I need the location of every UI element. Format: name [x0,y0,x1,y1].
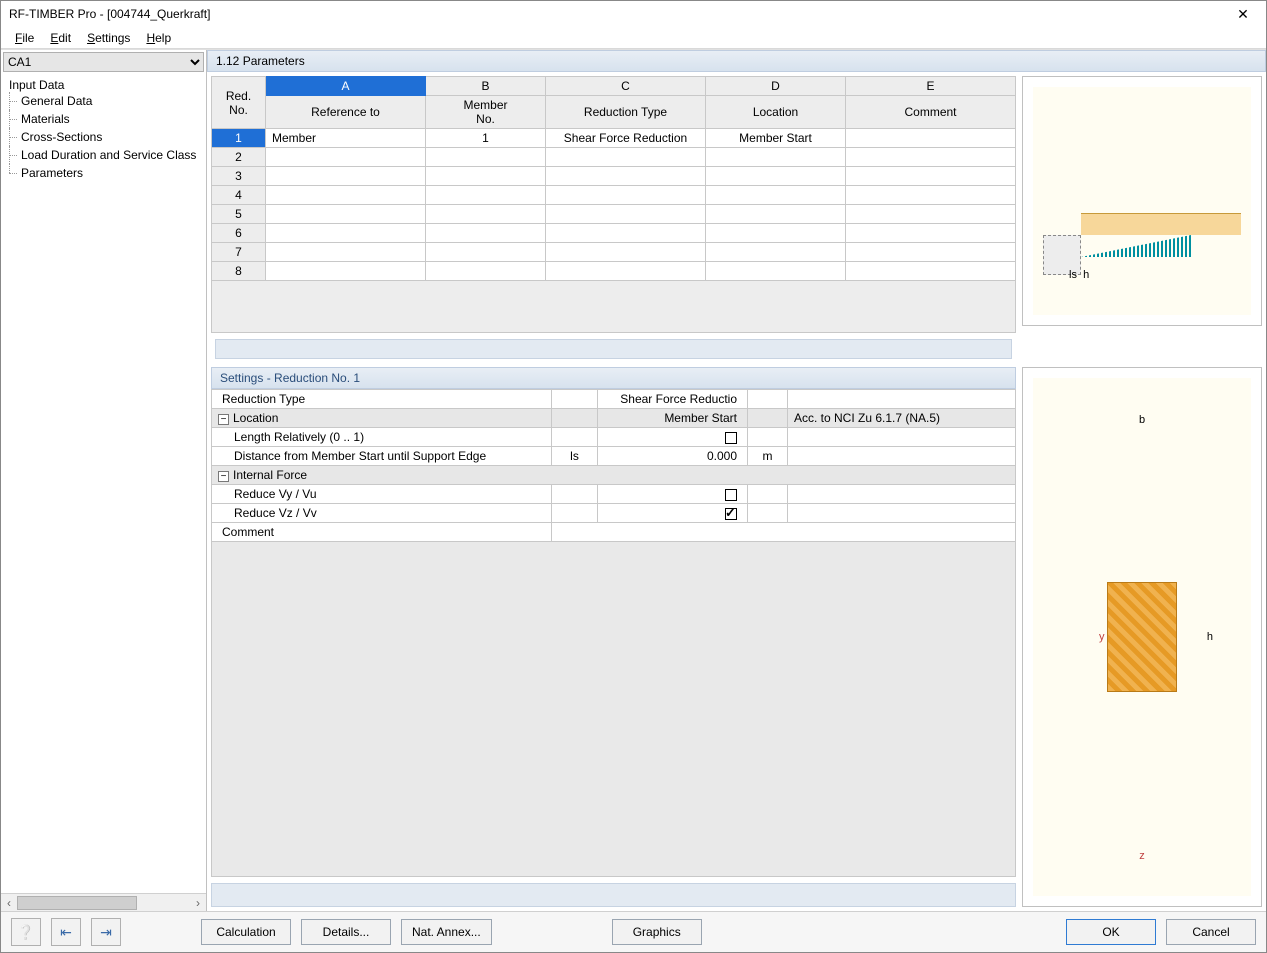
settings-row-length-rel[interactable]: Length Relatively (0 .. 1) [212,428,1016,447]
settings-table[interactable]: Reduction Type Shear Force Reductio −Loc… [211,389,1016,542]
tree-parameters[interactable]: Parameters [3,164,204,182]
reduce-vy-checkbox[interactable] [725,489,737,501]
settings-row-reduce-vz[interactable]: Reduce Vz / Vv [212,504,1016,523]
table-row[interactable]: 5 [212,205,1016,224]
settings-status-strip [211,883,1016,907]
app-window: RF-TIMBER Pro - [004744_Querkraft] ✕ Fil… [0,0,1267,953]
col-letter-d[interactable]: D [706,77,846,96]
settings-row-location[interactable]: −Location Member Start Acc. to NCI Zu 6.… [212,409,1016,428]
scroll-right-icon[interactable]: › [190,896,206,910]
calculation-button[interactable]: Calculation [201,919,291,945]
case-selector[interactable]: CA1 [3,52,204,72]
table-row[interactable]: 8 [212,262,1016,281]
settings-row-reduction-type[interactable]: Reduction Type Shear Force Reductio [212,390,1016,409]
col-letter-e[interactable]: E [846,77,1016,96]
menu-settings[interactable]: Settings [79,29,138,46]
tree-root[interactable]: Input Data [3,78,204,92]
grid-footer [211,281,1016,333]
window-title: RF-TIMBER Pro - [004744_Querkraft] [9,7,1228,21]
shear-diagram: ls h [1033,87,1251,315]
table-row[interactable]: 3 [212,167,1016,186]
grid-area: Red. No. A B C D E Reference to Member N… [207,72,1266,367]
tree-general-data[interactable]: General Data [3,92,204,110]
scroll-thumb[interactable] [17,896,137,910]
collapse-icon[interactable]: − [218,471,229,482]
parameters-table[interactable]: Red. No. A B C D E Reference to Member N… [211,76,1016,281]
col-letter-c[interactable]: C [546,77,706,96]
grid-container: Red. No. A B C D E Reference to Member N… [211,76,1016,363]
next-module-icon[interactable]: ⇥ [91,918,121,946]
length-rel-checkbox[interactable] [725,432,737,444]
section-title: 1.12 Parameters [207,50,1266,72]
footer: ❔ ⇤ ⇥ Calculation Details... Nat. Annex.… [1,911,1266,952]
table-row[interactable]: 4 [212,186,1016,205]
menubar: File Edit Settings Help [1,27,1266,49]
titlebar: RF-TIMBER Pro - [004744_Querkraft] ✕ [1,1,1266,27]
table-row[interactable]: 2 [212,148,1016,167]
col-comment[interactable]: Comment [846,96,1016,129]
tree-cross-sections[interactable]: Cross-Sections [3,128,204,146]
col-memberno[interactable]: Member No. [426,96,546,129]
settings-title: Settings - Reduction No. 1 [211,367,1016,389]
col-location[interactable]: Location [706,96,846,129]
diagram-panel-2: b y h z [1022,367,1262,907]
help-icon[interactable]: ❔ [11,918,41,946]
col-reference[interactable]: Reference to [266,96,426,129]
col-letter-b[interactable]: B [426,77,546,96]
settings-row-comment[interactable]: Comment [212,523,1016,542]
col-letter-a[interactable]: A [266,77,426,96]
table-row[interactable]: 6 [212,224,1016,243]
reduce-vz-checkbox[interactable] [725,508,737,520]
nav-tree: Input Data General Data Materials Cross-… [1,74,206,893]
col-redno[interactable]: Red. No. [212,77,266,129]
col-reductiontype[interactable]: Reduction Type [546,96,706,129]
cancel-button[interactable]: Cancel [1166,919,1256,945]
table-row[interactable]: 7 [212,243,1016,262]
graphics-button[interactable]: Graphics [612,919,702,945]
table-row[interactable]: 1 Member 1 Shear Force Reduction Member … [212,129,1016,148]
settings-row-internal-force[interactable]: −Internal Force [212,466,1016,485]
sidebar-scrollbar[interactable]: ‹ › [1,893,206,911]
scroll-left-icon[interactable]: ‹ [1,896,17,910]
settings-row-reduce-vy[interactable]: Reduce Vy / Vu [212,485,1016,504]
lower-area: Settings - Reduction No. 1 Reduction Typ… [207,367,1266,911]
main-body: CA1 Input Data General Data Materials Cr… [1,49,1266,911]
collapse-icon[interactable]: − [218,414,229,425]
tree-load-duration[interactable]: Load Duration and Service Class [3,146,204,164]
ok-button[interactable]: OK [1066,919,1156,945]
close-icon[interactable]: ✕ [1228,3,1258,25]
cross-section-diagram: b y h z [1033,378,1251,896]
menu-help[interactable]: Help [138,29,179,46]
diagram-panel-1: ls h [1022,76,1262,326]
settings-panel: Settings - Reduction No. 1 Reduction Typ… [211,367,1016,907]
tree-materials[interactable]: Materials [3,110,204,128]
main-panel: 1.12 Parameters Red. No. A B C [207,50,1266,911]
grid-status-strip [215,339,1012,359]
details-button[interactable]: Details... [301,919,391,945]
menu-edit[interactable]: Edit [42,29,79,46]
prev-module-icon[interactable]: ⇤ [51,918,81,946]
settings-row-distance[interactable]: Distance from Member Start until Support… [212,447,1016,466]
menu-file[interactable]: File [7,29,42,46]
nat-annex-button[interactable]: Nat. Annex... [401,919,492,945]
settings-empty-area [211,542,1016,877]
sidebar: CA1 Input Data General Data Materials Cr… [1,50,207,911]
